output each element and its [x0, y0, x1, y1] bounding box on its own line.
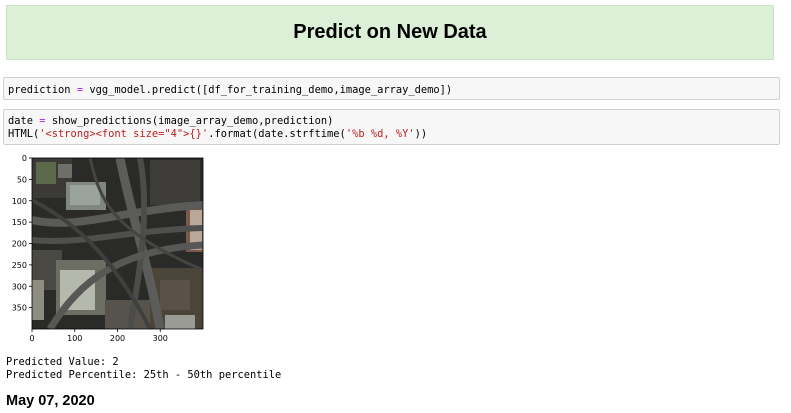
x-tick-label: 100 — [67, 334, 82, 343]
y-tick-label: 100 — [12, 197, 27, 206]
code-cell-show-predictions[interactable]: date = show_predictions(image_array_demo… — [3, 109, 780, 145]
code-format-call: .format(date.strftime( — [208, 127, 346, 140]
y-tick-label: 0 — [22, 154, 27, 163]
predicted-value-text: Predicted Value: 2 — [6, 356, 119, 368]
x-tick-label: 200 — [110, 334, 125, 343]
page-title: Predict on New Data — [293, 21, 487, 43]
y-axis-ticks: 0 50 100 150 200 250 300 350 — [12, 154, 32, 313]
code-lhs: date — [8, 115, 34, 127]
y-tick-label: 150 — [12, 218, 27, 227]
code-rhs: show_predictions(image_array_demo,predic… — [51, 115, 334, 127]
aerial-image — [32, 158, 203, 329]
code-close: )) — [414, 127, 428, 140]
code-operator: = — [76, 84, 84, 96]
code-rhs: vgg_model.predict([df_for_training_demo,… — [89, 84, 453, 96]
x-axis-ticks: 0 100 200 300 — [29, 329, 168, 343]
date-output: May 07, 2020 — [6, 393, 95, 409]
code-lhs: prediction — [8, 84, 71, 96]
code-cell-predict[interactable]: prediction = vgg_model.predict([df_for_t… — [3, 77, 780, 100]
image-plot: 0 50 100 150 200 250 300 350 0 100 200 300 — [12, 154, 204, 343]
cell-output: Predicted Value: 2 Predicted Percentile:… — [6, 356, 281, 382]
x-tick-label: 300 — [153, 334, 168, 343]
code-html-call: HTML( — [8, 127, 40, 140]
code-string-format: '%b %d, %Y' — [345, 127, 415, 140]
code-operator: = — [39, 115, 46, 127]
y-tick-label: 200 — [12, 240, 27, 249]
y-tick-label: 50 — [17, 175, 27, 184]
code-string: '<strong><font size="4">{}' — [39, 127, 209, 140]
markdown-banner: Predict on New Data — [6, 5, 774, 60]
y-tick-label: 350 — [12, 304, 27, 313]
x-tick-label: 0 — [29, 334, 34, 343]
y-tick-label: 300 — [12, 282, 27, 291]
predicted-percentile-text: Predicted Percentile: 25th - 50th percen… — [6, 369, 282, 381]
y-tick-label: 250 — [12, 261, 27, 270]
